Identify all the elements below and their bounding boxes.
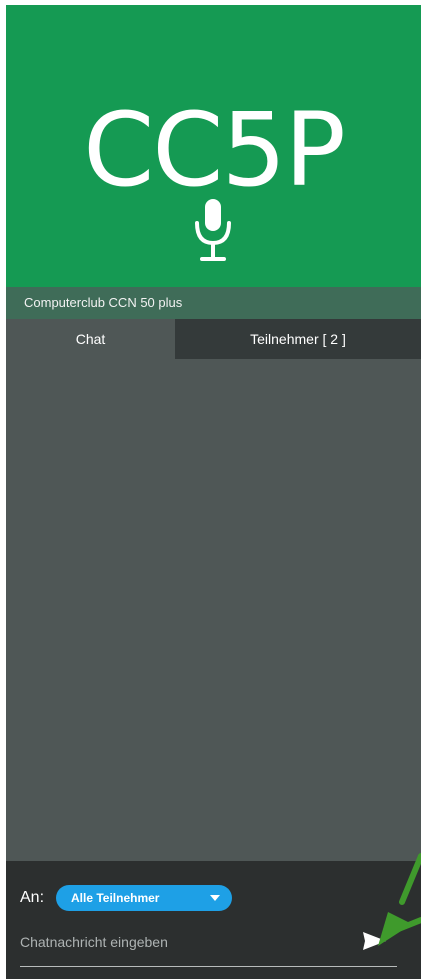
- app-header: CC5P: [6, 5, 421, 287]
- chat-panel: CC5P Computerclub CCN 50 plus Chat Teiln…: [6, 5, 421, 979]
- app-logo: CC5P: [83, 91, 346, 210]
- chat-messages-area[interactable]: [6, 359, 421, 861]
- tab-participants[interactable]: Teilnehmer [ 2 ]: [175, 319, 421, 359]
- recipient-dropdown[interactable]: Alle Teilnehmer: [56, 885, 232, 911]
- microphone-icon: [195, 199, 231, 261]
- recipient-value: Alle Teilnehmer: [71, 891, 160, 905]
- caret-down-icon: [210, 895, 220, 901]
- tab-chat[interactable]: Chat: [6, 319, 175, 359]
- recipient-label: An:: [20, 889, 45, 906]
- tab-bar: Chat Teilnehmer [ 2 ]: [6, 319, 421, 359]
- arrow-icon: [378, 853, 421, 946]
- subtitle-bar: Computerclub CCN 50 plus: [6, 287, 421, 319]
- room-name: Computerclub CCN 50 plus: [24, 295, 183, 310]
- chat-composer: An: Alle Teilnehmer: [6, 861, 421, 979]
- input-underline: [20, 966, 397, 967]
- chat-message-input[interactable]: [20, 925, 350, 959]
